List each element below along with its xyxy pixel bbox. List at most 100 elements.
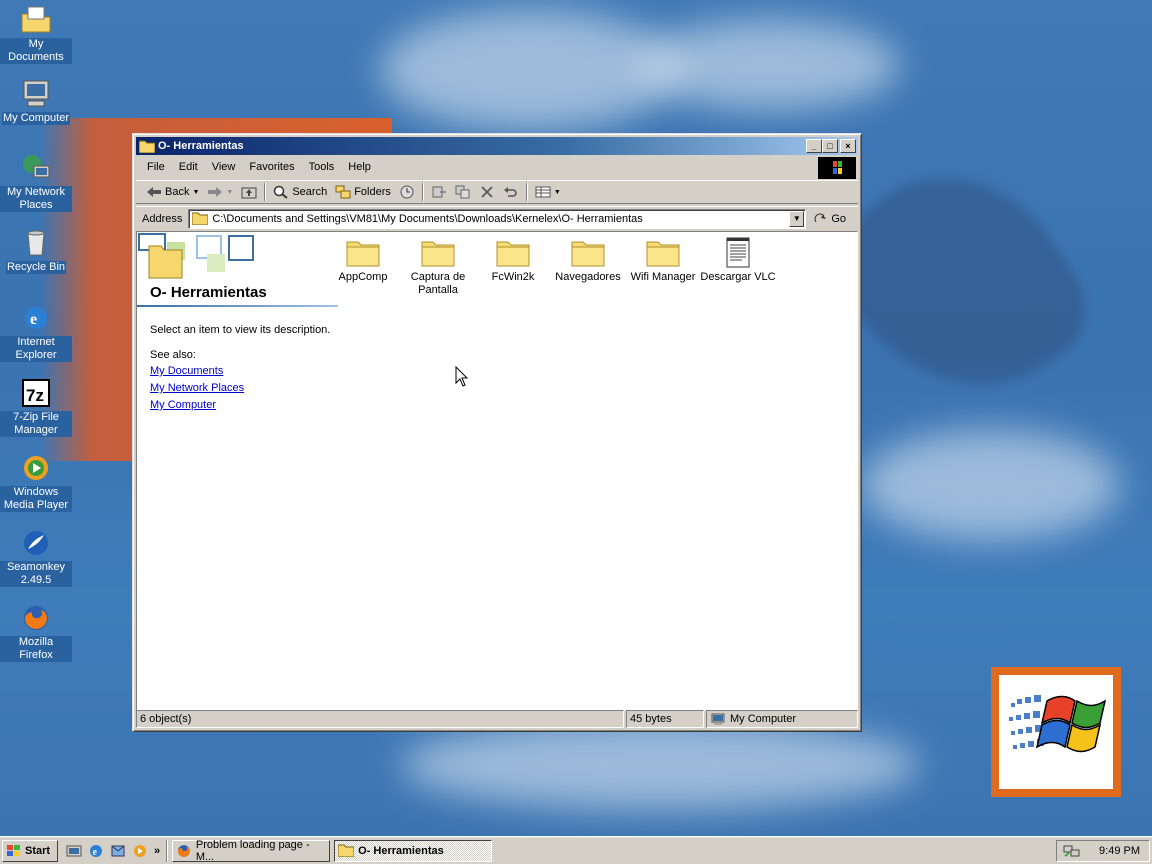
history-button[interactable] <box>395 182 419 202</box>
task-button-firefox[interactable]: Problem loading page - M... <box>172 839 331 863</box>
back-arrow-icon <box>147 187 161 197</box>
media-player-icon <box>24 456 48 480</box>
title-bar[interactable]: O- Herramientas _ □ × <box>136 137 858 155</box>
status-size: 45 bytes <box>626 710 704 728</box>
address-value[interactable]: C:\Documents and Settings\VM81\My Docume… <box>212 213 642 225</box>
media-player-icon[interactable] <box>132 843 148 859</box>
network-connection-icon[interactable] <box>1063 844 1081 858</box>
standard-toolbar: Back ▼ ▼ Search Folders ▼ <box>136 180 858 204</box>
chevron-down-icon[interactable]: ▼ <box>192 189 199 196</box>
explorer-window[interactable]: O- Herramientas _ □ × File Edit View Fav… <box>132 133 862 732</box>
menu-view[interactable]: View <box>205 161 243 173</box>
minimize-button[interactable]: _ <box>806 139 822 153</box>
desktop-icon-my-documents[interactable]: My Documents <box>0 4 72 64</box>
sky-cloud <box>380 10 680 130</box>
copy-to-button[interactable] <box>451 182 475 202</box>
maximize-button[interactable]: □ <box>822 139 838 153</box>
desktop-icon-recycle-bin[interactable]: Recycle Bin <box>0 227 72 274</box>
taskbar: Start e » Problem loading page - M... O-… <box>0 836 1152 864</box>
folder-icon <box>338 844 355 857</box>
menu-help[interactable]: Help <box>341 161 378 173</box>
desktop-icon-media-player[interactable]: Windows Media Player <box>0 452 72 512</box>
folder-icon <box>571 241 605 267</box>
close-button[interactable]: × <box>840 139 856 153</box>
folder-icon <box>346 241 380 267</box>
forward-button[interactable]: ▼ <box>203 182 237 202</box>
chevron-down-icon[interactable]: ▼ <box>226 189 233 196</box>
webview-divider <box>137 305 338 307</box>
show-desktop-icon[interactable] <box>66 843 82 859</box>
folders-button[interactable]: Folders <box>331 182 395 202</box>
status-bar: 6 object(s) 45 bytes My Computer <box>136 710 858 728</box>
folder-icon <box>646 241 680 267</box>
up-button[interactable] <box>237 182 261 202</box>
desktop-icon-7zip[interactable]: 7z 7-Zip File Manager <box>0 377 72 437</box>
views-button[interactable]: ▼ <box>531 182 565 202</box>
firefox-icon <box>178 844 190 857</box>
menu-file[interactable]: File <box>140 161 172 173</box>
status-location: My Computer <box>706 710 858 728</box>
desktop-icon-firefox[interactable]: Mozilla Firefox <box>0 602 72 662</box>
toolbar-separator <box>525 183 528 201</box>
folder-item[interactable]: Wifi Manager <box>625 236 701 284</box>
webview-description: Select an item to view its description. <box>150 324 331 336</box>
address-dropdown-button[interactable]: ▼ <box>789 210 805 227</box>
my-computer-icon <box>23 80 49 107</box>
toolbar-separator <box>421 183 424 201</box>
sky-cloud <box>860 430 1120 540</box>
clock[interactable]: 9:49 PM <box>1099 845 1140 857</box>
network-places-icon <box>23 155 50 178</box>
svg-text:e: e <box>93 847 98 858</box>
menu-favorites[interactable]: Favorites <box>242 161 301 173</box>
desktop-icon-my-computer[interactable]: My Computer <box>0 78 72 125</box>
quick-launch: e » <box>66 843 160 859</box>
link-my-documents[interactable]: My Documents <box>150 365 223 377</box>
quick-launch-overflow-icon[interactable]: » <box>154 845 160 857</box>
folder-icon <box>192 212 209 225</box>
undo-button[interactable] <box>499 182 523 202</box>
seamonkey-icon <box>24 531 48 555</box>
folder-icon <box>421 241 455 267</box>
delete-x-icon <box>481 186 493 198</box>
desktop-icon-internet-explorer[interactable]: e Internet Explorer <box>0 302 72 362</box>
go-button[interactable]: Go <box>814 213 846 225</box>
chevron-down-icon[interactable]: ▼ <box>554 189 561 196</box>
link-my-network-places[interactable]: My Network Places <box>150 382 244 394</box>
internet-explorer-icon[interactable]: e <box>88 843 104 859</box>
delete-button[interactable] <box>475 182 499 202</box>
menu-tools[interactable]: Tools <box>302 161 342 173</box>
system-tray: 9:49 PM <box>1056 840 1150 862</box>
text-file-icon <box>726 237 750 268</box>
desktop-icon-network-places[interactable]: My Network Places <box>0 152 72 212</box>
webview-folder-title: O- Herramientas <box>150 284 267 301</box>
folder-item[interactable]: FcWin2k <box>475 236 551 284</box>
task-button-explorer[interactable]: O- Herramientas <box>334 839 493 862</box>
windows-logo-icon <box>1009 695 1107 753</box>
folder-icon <box>139 140 155 153</box>
my-computer-icon <box>711 713 725 725</box>
folder-item[interactable]: Captura de Pantalla <box>400 236 476 297</box>
address-field[interactable]: C:\Documents and Settings\VM81\My Docume… <box>188 208 807 229</box>
link-my-computer[interactable]: My Computer <box>150 399 216 411</box>
views-icon <box>535 186 551 198</box>
file-item[interactable]: Descargar VLC <box>700 236 776 284</box>
back-button[interactable]: Back ▼ <box>142 182 203 202</box>
folder-item[interactable]: Navegadores <box>550 236 626 284</box>
svg-text:7z: 7z <box>26 386 44 405</box>
folder-icon <box>496 241 530 267</box>
windows-flag-icon <box>7 844 20 856</box>
move-to-icon <box>432 186 446 198</box>
svg-text:e: e <box>30 311 37 328</box>
window-title: O- Herramientas <box>158 140 244 152</box>
start-button[interactable]: Start <box>2 839 58 862</box>
menu-edit[interactable]: Edit <box>172 161 205 173</box>
outlook-express-icon[interactable] <box>110 843 126 859</box>
move-to-button[interactable] <box>427 182 451 202</box>
desktop-icon-seamonkey[interactable]: Seamonkey 2.49.5 <box>0 527 72 587</box>
toolbar-separator <box>264 183 267 201</box>
recycle-bin-icon <box>27 230 45 256</box>
sky-cloud <box>400 720 920 810</box>
folder-content-area[interactable]: O- Herramientas Select an item to view i… <box>136 231 858 711</box>
folder-item[interactable]: AppComp <box>325 236 401 284</box>
search-button[interactable]: Search <box>269 182 331 202</box>
